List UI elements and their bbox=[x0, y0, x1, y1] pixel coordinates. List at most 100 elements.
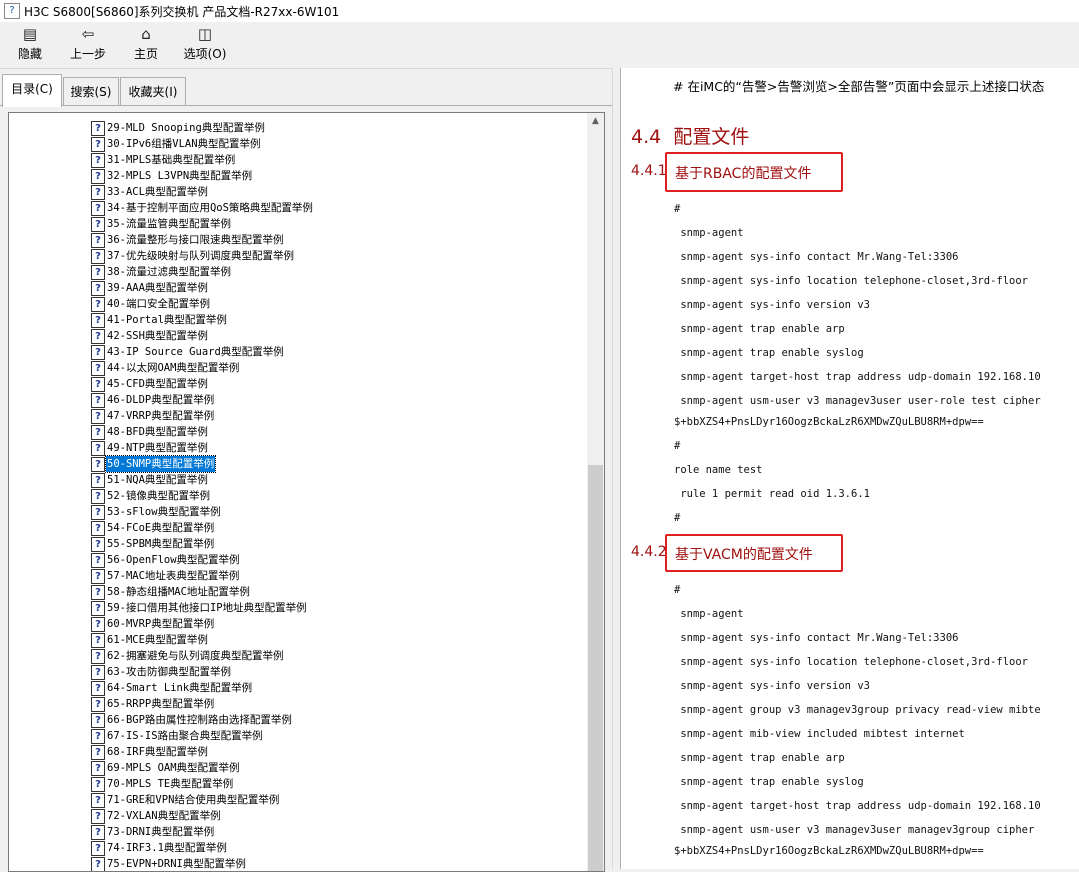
config-line: snmp-agent trap enable syslog bbox=[674, 347, 864, 359]
tree-item-label: 42-SSH典型配置举例 bbox=[107, 330, 208, 342]
document-content: # 在iMC的“告警>告警浏览>全部告警”页面中会显示上述接口状态 4.4 配置… bbox=[620, 68, 1079, 869]
help-topic-icon: ? bbox=[91, 729, 105, 744]
title-bar: ? H3C S6800[S6860]系列交换机 产品文档-R27xx-6W101 bbox=[0, 0, 1079, 22]
tree-item-label: 38-流量过滤典型配置举例 bbox=[107, 266, 231, 278]
contents-tree[interactable]: ? 29-MLD Snooping典型配置举例? 30-IPv6组播VLAN典型配置… bbox=[8, 112, 605, 872]
config-line: $+bbXZS4+PnsLDyr16OogzBckaLzR6XMDwZQuLBU… bbox=[674, 845, 984, 857]
help-topic-icon: ? bbox=[91, 697, 105, 712]
scroll-thumb[interactable] bbox=[588, 465, 603, 871]
tab-contents[interactable]: 目录(C) bbox=[2, 74, 62, 107]
help-topic-icon: ? bbox=[91, 393, 105, 408]
tree-item-label: 73-DRNI典型配置举例 bbox=[107, 826, 215, 838]
tree-item-label: 75-EVPN+DRNI典型配置举例 bbox=[107, 858, 246, 870]
config-line: snmp-agent trap enable arp bbox=[674, 752, 845, 764]
back-arrow-icon: ⇦ bbox=[81, 25, 95, 43]
config-line: snmp-agent sys-info location telephone-c… bbox=[674, 275, 1029, 287]
help-topic-icon: ? bbox=[91, 121, 105, 136]
help-topic-icon: ? bbox=[91, 137, 105, 152]
help-topic-icon: ? bbox=[91, 857, 105, 871]
config-line: snmp-agent sys-info version v3 bbox=[674, 299, 870, 311]
tree-item-label: 71-GRE和VPN结合使用典型配置举例 bbox=[107, 794, 280, 806]
help-topic-icon: ? bbox=[91, 425, 105, 440]
tree-item-label: 39-AAA典型配置举例 bbox=[107, 282, 208, 294]
help-topic-icon: ? bbox=[91, 361, 105, 376]
help-topic-icon: ? bbox=[91, 585, 105, 600]
subsection-number-1: 4.4.1 bbox=[631, 163, 667, 179]
tree-scrollbar[interactable]: ▲ bbox=[587, 113, 604, 871]
tree-item-label: 58-静态组播MAC地址配置举例 bbox=[107, 586, 250, 598]
tree-item-label: 31-MPLS基础典型配置举例 bbox=[107, 154, 236, 166]
tree-item-label: 44-以太网OAM典型配置举例 bbox=[107, 362, 240, 374]
config-line: snmp-agent trap enable arp bbox=[674, 323, 845, 335]
tree-item-label: 63-攻击防御典型配置举例 bbox=[107, 666, 231, 678]
help-topic-icon: ? bbox=[91, 761, 105, 776]
help-topic-icon: ? bbox=[91, 169, 105, 184]
options-icon: ◫ bbox=[197, 25, 213, 43]
config-line: snmp-agent usm-user v3 managev3user user… bbox=[674, 395, 1041, 407]
tab-search[interactable]: 搜索(S) bbox=[63, 77, 119, 106]
help-topic-icon: ? bbox=[91, 377, 105, 392]
help-topic-icon: ? bbox=[91, 201, 105, 216]
back-button[interactable]: ⇦ 上一步 bbox=[66, 24, 110, 66]
config-line: snmp-agent group v3 managev3group privac… bbox=[674, 704, 1041, 716]
config-line: snmp-agent target-host trap address udp-… bbox=[674, 800, 1041, 812]
section-heading: 4.4 配置文件 bbox=[631, 122, 749, 149]
help-topic-icon: ? bbox=[91, 777, 105, 792]
help-topic-icon: ? bbox=[91, 329, 105, 344]
tree-item-label: 33-ACL典型配置举例 bbox=[107, 186, 208, 198]
home-button[interactable]: ⌂ 主页 bbox=[130, 24, 162, 66]
config-line: snmp-agent sys-info location telephone-c… bbox=[674, 656, 1029, 668]
tree-item-label: 43-IP Source Guard典型配置举例 bbox=[107, 346, 284, 358]
help-topic-icon: ? bbox=[91, 217, 105, 232]
nav-tabs: 目录(C) 搜索(S) 收藏夹(I) bbox=[0, 72, 612, 107]
tree-item-label: 36-流量整形与接口限速典型配置举例 bbox=[107, 234, 284, 246]
tree-item-label: 47-VRRP典型配置举例 bbox=[107, 410, 215, 422]
tree-item-label: 46-DLDP典型配置举例 bbox=[107, 394, 215, 406]
tree-item-label: 62-拥塞避免与队列调度典型配置举例 bbox=[107, 650, 284, 662]
config-line: snmp-agent sys-info contact Mr.Wang-Tel:… bbox=[674, 632, 959, 644]
hide-icon: ▤ bbox=[22, 25, 38, 43]
options-button[interactable]: ◫ 选项(O) bbox=[182, 24, 228, 66]
hide-button[interactable]: ▤ 隐藏 bbox=[14, 24, 46, 66]
toolbar: ▤ 隐藏 ⇦ 上一步 ⌂ 主页 ◫ 选项(O) bbox=[0, 22, 1079, 69]
tree-item-label: 50-SNMP典型配置举例 bbox=[104, 455, 217, 473]
tree-item-label: 70-MPLS TE典型配置举例 bbox=[107, 778, 234, 790]
help-topic-icon: ? bbox=[91, 649, 105, 664]
config-line: rule 1 permit read oid 1.3.6.1 bbox=[674, 488, 870, 500]
help-topic-icon: ? bbox=[91, 553, 105, 568]
config-line: # bbox=[674, 440, 681, 452]
tree-item-label: 74-IRF3.1典型配置举例 bbox=[107, 842, 227, 854]
tree-item-label: 68-IRF典型配置举例 bbox=[107, 746, 208, 758]
scroll-up-arrow-icon[interactable]: ▲ bbox=[587, 113, 604, 130]
help-topic-icon: ? bbox=[91, 825, 105, 840]
section-title: 配置文件 bbox=[673, 126, 750, 148]
help-topic-icon: ? bbox=[91, 249, 105, 264]
tree-item-label: 41-Portal典型配置举例 bbox=[107, 314, 227, 326]
config-line: snmp-agent trap enable syslog bbox=[674, 776, 864, 788]
config-line: snmp-agent mib-view included mibtest int… bbox=[674, 728, 965, 740]
help-topic-icon: ? bbox=[91, 537, 105, 552]
help-topic-icon: ? bbox=[91, 281, 105, 296]
section-number: 4.4 bbox=[631, 126, 662, 148]
help-topic-icon: ? bbox=[91, 409, 105, 424]
tree-item-label: 51-NQA典型配置举例 bbox=[107, 474, 208, 486]
intro-text: # 在iMC的“告警>告警浏览>全部告警”页面中会显示上述接口状态 bbox=[673, 79, 1045, 94]
help-topic-icon: ? bbox=[91, 345, 105, 360]
tree-item-label: 40-端口安全配置举例 bbox=[107, 298, 210, 310]
help-topic-icon: ? bbox=[91, 665, 105, 680]
help-topic-icon: ? bbox=[91, 793, 105, 808]
help-topic-icon: ? bbox=[91, 441, 105, 456]
config-line: role name test bbox=[674, 464, 763, 476]
left-pane: ? 29-MLD Snooping典型配置举例? 30-IPv6组播VLAN典型配置… bbox=[0, 105, 612, 872]
tree-item-label: 69-MPLS OAM典型配置举例 bbox=[107, 762, 240, 774]
help-topic-icon: ? bbox=[91, 313, 105, 328]
tree-item-label: 67-IS-IS路由聚合典型配置举例 bbox=[107, 730, 263, 742]
config-line: snmp-agent usm-user v3 managev3user mana… bbox=[674, 824, 1035, 836]
help-topic-icon: ? bbox=[91, 297, 105, 312]
tree-item-label: 34-基于控制平面应用QoS策略典型配置举例 bbox=[107, 202, 313, 214]
help-topic-icon: ? bbox=[91, 233, 105, 248]
tree-item-label: 65-RRPP典型配置举例 bbox=[107, 698, 215, 710]
tab-favorites[interactable]: 收藏夹(I) bbox=[120, 77, 186, 106]
tree-item-label: 32-MPLS L3VPN典型配置举例 bbox=[107, 170, 253, 182]
help-topic-icon: ? bbox=[91, 745, 105, 760]
